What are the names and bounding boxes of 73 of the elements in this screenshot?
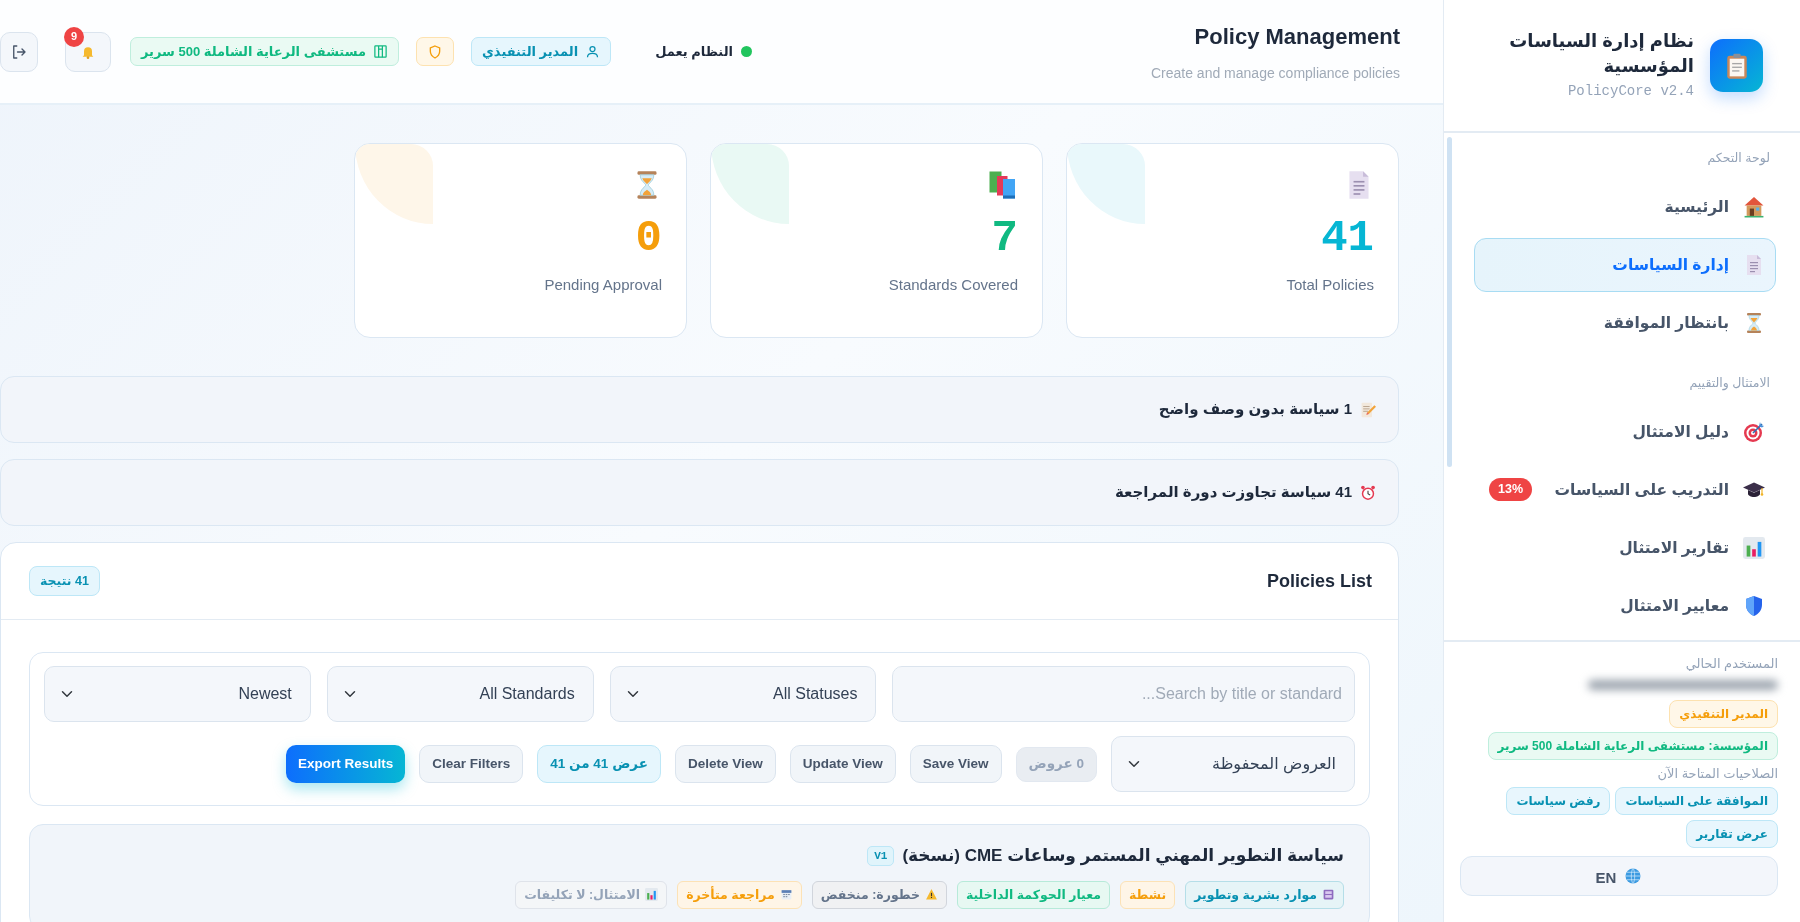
policy-tag: موارد بشرية وتطوير	[1185, 880, 1344, 910]
memo-icon	[1360, 401, 1376, 418]
calendar-icon	[779, 888, 793, 902]
notification-count: 9	[64, 26, 84, 47]
globe-icon	[1624, 867, 1643, 885]
app-version: PolicyCore v2.4	[1566, 82, 1694, 102]
alarm-clock-icon	[1360, 484, 1376, 501]
policy-tag: نشطة	[1120, 880, 1176, 910]
policy-tag: الامتثال: لا تكليفات	[515, 880, 668, 910]
view-button[interactable]: Update View	[789, 745, 896, 783]
logout-icon	[10, 42, 28, 61]
permission-tag: عرض تقارير	[1686, 820, 1778, 848]
stat-label: Pending Approval	[544, 275, 662, 295]
stat-value: 0	[635, 216, 662, 260]
page-title: Policy Management	[1193, 22, 1400, 51]
stat-label: Total Policies	[1286, 275, 1374, 295]
view-button[interactable]: Delete View	[674, 745, 776, 783]
percent-badge: 13%	[1489, 478, 1533, 501]
clear-filters-button[interactable]: Clear Filters	[419, 745, 524, 783]
sort-select[interactable]: Newest	[44, 666, 311, 722]
building-icon	[372, 44, 388, 59]
organization-tag: مستشفى الرعاية الشاملة 500 سرير	[130, 37, 399, 66]
user-icon	[585, 44, 601, 59]
bar-chart-icon	[1743, 536, 1765, 559]
policy-tag: خطورة: منخفض	[811, 880, 947, 910]
section-label: الصلاحيات المتاحة الآن	[1656, 764, 1778, 783]
nav-item[interactable]: الرئيسية	[1474, 179, 1776, 234]
folder-icon	[1322, 888, 1335, 902]
status-dot	[741, 46, 752, 57]
results-badge: 41 نتيجة	[29, 565, 100, 597]
alert-text: 41 سياسة تجاوزت دورة المراجعة	[1115, 482, 1352, 503]
house-icon	[1743, 195, 1765, 218]
nav-item[interactable]: دليل الامتثال	[1474, 404, 1776, 459]
section-label: لوحة التحكم	[1706, 150, 1771, 168]
export-button[interactable]: Export Results	[285, 745, 406, 783]
role-tag: المدير التنفيذي	[1669, 699, 1778, 728]
warning-icon	[924, 888, 938, 902]
nav-item[interactable]: بانتظار الموافقة	[1474, 295, 1776, 350]
results-count: عرض 41 من 41	[537, 745, 661, 783]
status-select[interactable]: All Statuses	[609, 666, 877, 722]
stat-value: 41	[1321, 216, 1374, 260]
app-title: نظام إدارة السياسات المؤسسية	[1508, 29, 1694, 79]
section-label: المستخدم الحالي	[1684, 655, 1778, 673]
section-title: Policies List	[1266, 569, 1372, 593]
page-subtitle: Create and manage compliance policies	[1150, 63, 1400, 83]
view-button[interactable]: Save View	[909, 745, 1002, 783]
organization-tag: المؤسسة: مستشفى الرعاية الشاملة 500 سرير	[1487, 731, 1778, 760]
version-badge: V1	[867, 845, 895, 866]
nav-item[interactable]: معايير الامتثال	[1474, 578, 1776, 633]
language-button[interactable]: EN	[1460, 856, 1778, 896]
search-field[interactable]: Search by title or standard...	[892, 666, 1355, 722]
permission-tag: رفض سياسات	[1506, 787, 1611, 815]
status-text: النظام يعمل	[655, 42, 733, 62]
policy-tag: مراجعة متأخرة	[677, 880, 802, 910]
alert-text: 1 سياسة بدون وصف واضح	[1158, 399, 1352, 420]
permission-tag: الموافقة على السياسات	[1615, 787, 1778, 815]
role-tag: المدير التنفيذي	[470, 37, 612, 66]
nav-item[interactable]: تقارير الامتثال	[1474, 520, 1776, 575]
policy-tag: معيار الحوكمة الداخلية	[956, 880, 1110, 910]
books-icon	[988, 170, 1018, 200]
nav-item[interactable]: إدارة السياسات	[1474, 237, 1776, 292]
logout-button[interactable]	[0, 31, 38, 72]
policy-title: سياسة التطوير المهني المستمر وساعات CME (نسخة)	[902, 845, 1344, 868]
saved-views-select[interactable]: العروض المحفوظة	[1111, 736, 1355, 792]
section-label: الامتثال والتقييم	[1688, 374, 1771, 393]
scroll-bar[interactable]	[1447, 137, 1452, 467]
shield-icon	[1743, 594, 1765, 617]
standard-select[interactable]: All Standards	[326, 666, 594, 722]
views-count: 0 عروض	[1015, 746, 1097, 782]
target-icon	[1743, 420, 1765, 443]
stat-label: Standards Covered	[888, 275, 1018, 295]
bar-chart-icon	[645, 888, 659, 902]
stat-value: 7	[991, 216, 1018, 260]
